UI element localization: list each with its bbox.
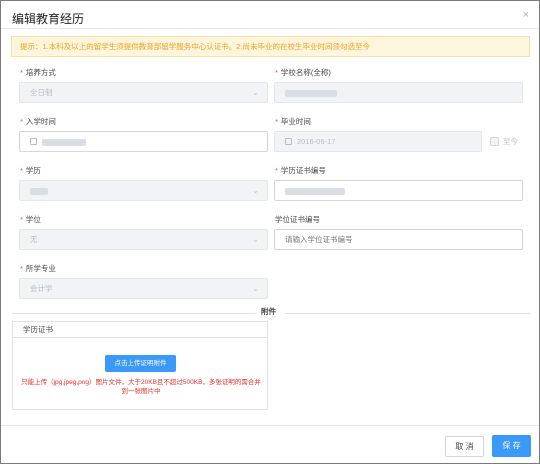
upload-button[interactable]: 点击上传证明附件 [105,355,176,372]
redacted-value [30,187,48,195]
attachments-divider-left [12,313,255,314]
school-name-label: * 学校名称(全称) [275,68,331,77]
degree-cert-no-label: 学位证书编号 [275,215,320,224]
until-now-checkbox[interactable] [490,137,499,146]
upload-hint: 只能上传（jpg,jpeg,png）图片文件，大于20KB且不超过500KB，多… [21,379,261,395]
graduate-time-picker[interactable]: 2016-06-17 [274,131,482,152]
footer-divider [1,425,539,426]
enroll-time-label: * 入学时间 [20,117,56,126]
major-select[interactable]: 会计学 ⌄ [19,278,268,299]
chevron-down-icon: ⌄ [252,284,259,293]
upload-box-title: 学历证书 [13,322,267,338]
chevron-down-icon: ⌄ [252,88,259,97]
degree-select[interactable]: 无 ⌄ [19,229,268,250]
education-certificate-upload: 学历证书 点击上传证明附件 只能上传（jpg,jpeg,png）图片文件，大于2… [12,321,268,410]
calendar-icon [285,138,292,145]
calendar-icon [30,138,37,145]
graduate-time-label: * 毕业时间 [275,117,311,126]
chevron-down-icon: ⌄ [252,235,259,244]
save-button[interactable]: 保 存 [492,435,531,457]
education-cert-no-label: * 学历证书编号 [275,166,326,175]
education-cert-no-input[interactable] [274,180,523,201]
education-label: * 学历 [20,166,41,175]
degree-cert-no-input[interactable] [274,229,523,250]
redacted-value [285,89,337,97]
dialog-title: 编辑教育经历 [12,12,85,26]
education-select[interactable]: ⌄ [19,180,268,201]
training-mode-select[interactable]: 全日制 ⌄ [19,82,268,103]
attachments-divider-right [285,313,530,314]
close-icon[interactable]: × [523,9,529,21]
notice-banner: 提示：1.本科及以上的留学生须提供教育部留学服务中心认证书。2.尚未毕业的在校生… [11,36,530,57]
header-divider [1,28,539,29]
training-mode-label: * 培养方式 [20,68,56,77]
major-label: * 所学专业 [20,264,56,273]
redacted-value [285,187,345,195]
attachments-divider-label: 附件 [261,307,276,316]
redacted-value [42,138,86,146]
school-name-input[interactable] [274,82,523,103]
enroll-time-picker[interactable] [19,131,268,152]
degree-label: * 学位 [20,215,41,224]
cancel-button[interactable]: 取 消 [445,436,484,457]
edit-education-dialog: 编辑教育经历 × 提示：1.本科及以上的留学生须提供教育部留学服务中心认证书。2… [0,0,540,464]
until-now-label: 至今 [503,137,518,146]
chevron-down-icon: ⌄ [252,186,259,195]
